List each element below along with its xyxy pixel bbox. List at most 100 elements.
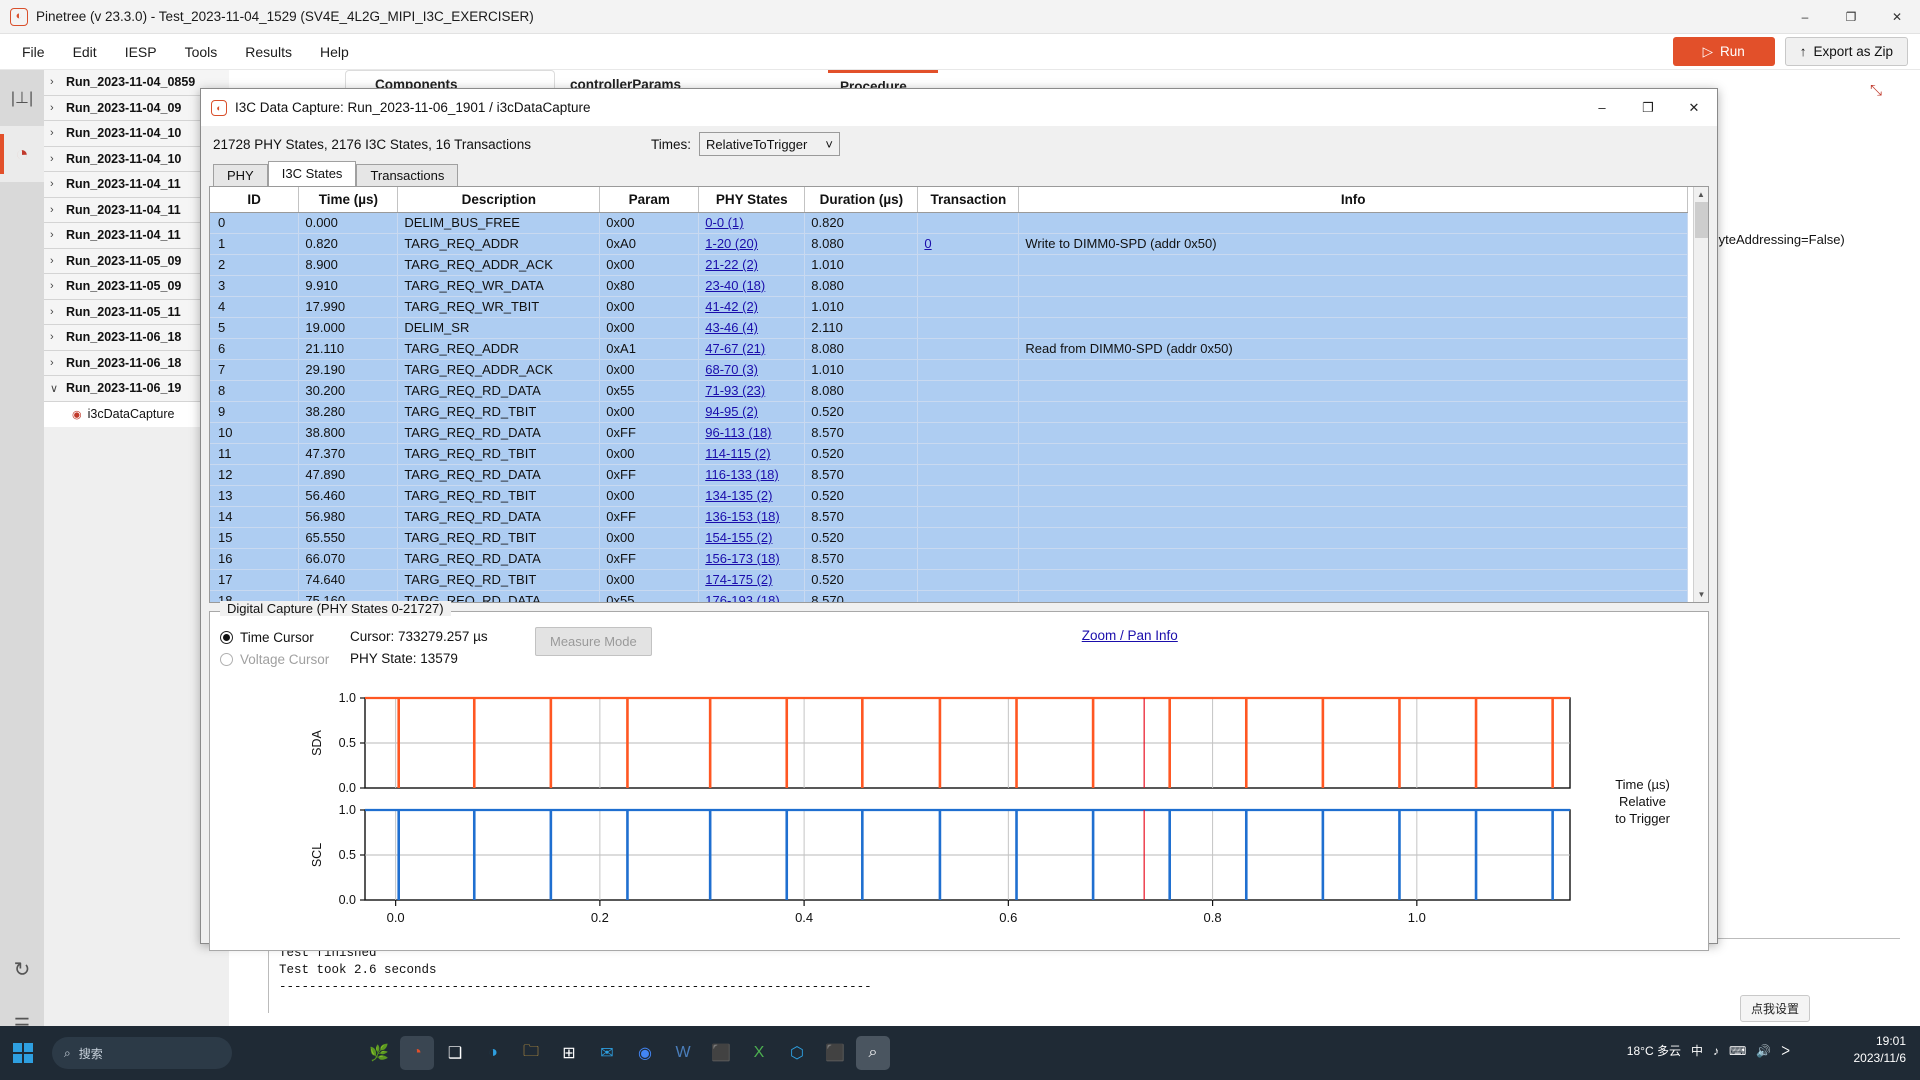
scroll-down-icon[interactable]: ▼ bbox=[1694, 587, 1708, 602]
col-time[interactable]: Time (µs) bbox=[298, 187, 399, 213]
floating-settings-button[interactable]: 点我设置 bbox=[1739, 995, 1810, 1022]
table-row[interactable]: 16 66.070 TARG_REQ_RD_DATA 0xFF 156-173 (18)… bbox=[210, 548, 1688, 570]
ime-icon[interactable]: 中 bbox=[1691, 1042, 1703, 1059]
menu-help[interactable]: Help bbox=[306, 39, 363, 65]
row-phy-states[interactable]: 21-22 (2) bbox=[698, 254, 806, 276]
table-row[interactable]: 8 30.200 TARG_REQ_RD_DATA 0x55 71-93 (23) 8.0… bbox=[210, 380, 1688, 402]
row-phy-states[interactable]: 94-95 (2) bbox=[698, 401, 806, 423]
dialog-maximize-button[interactable]: ❐ bbox=[1625, 89, 1671, 126]
menu-results[interactable]: Results bbox=[231, 39, 306, 65]
volume-icon[interactable]: 🔊 bbox=[1756, 1044, 1771, 1058]
row-phy-states-link[interactable]: 134-135 (2) bbox=[705, 488, 772, 503]
row-phy-states[interactable]: 176-193 (18) bbox=[698, 590, 806, 602]
start-button[interactable] bbox=[0, 1026, 46, 1080]
close-button[interactable]: ✕ bbox=[1874, 0, 1920, 34]
app-vscode-icon[interactable]: ⬡ bbox=[780, 1036, 814, 1070]
rail-results-button[interactable]: ◔ bbox=[0, 126, 44, 182]
row-phy-states-link[interactable]: 154-155 (2) bbox=[705, 530, 772, 545]
row-phy-states[interactable]: 68-70 (3) bbox=[698, 359, 806, 381]
tab-phy[interactable]: PHY bbox=[213, 164, 268, 187]
tab-transactions[interactable]: Transactions bbox=[356, 164, 459, 187]
times-select[interactable]: RelativeToTrigger ˅ bbox=[698, 132, 840, 156]
row-phy-states-link[interactable]: 71-93 (23) bbox=[705, 383, 765, 398]
table-row[interactable]: 11 47.370 TARG_REQ_RD_TBIT 0x00 114-115 (2) 0… bbox=[210, 443, 1688, 465]
menu-tools[interactable]: Tools bbox=[171, 39, 232, 65]
dialog-minimize-button[interactable]: – bbox=[1579, 89, 1625, 126]
row-phy-states[interactable]: 116-133 (18) bbox=[698, 464, 806, 486]
row-phy-states[interactable]: 0-0 (1) bbox=[698, 212, 806, 234]
keyboard-icon[interactable]: ⌨ bbox=[1729, 1044, 1746, 1058]
row-phy-states-link[interactable]: 41-42 (2) bbox=[705, 299, 758, 314]
menu-file[interactable]: File bbox=[8, 39, 59, 65]
app-terminal-icon[interactable]: ⬛ bbox=[818, 1036, 852, 1070]
table-row[interactable]: 1 0.820 TARG_REQ_ADDR 0xA0 1-20 (20) 8.080 0 Wr… bbox=[210, 233, 1688, 255]
row-phy-states[interactable]: 96-113 (18) bbox=[698, 422, 806, 444]
app-pinetree-icon[interactable]: ◔ bbox=[400, 1036, 434, 1070]
zoom-pan-info-link[interactable]: Zoom / Pan Info bbox=[1082, 628, 1178, 643]
menu-edit[interactable]: Edit bbox=[59, 39, 111, 65]
i3c-states-table-container[interactable]: ID Time (µs) Description Param PHY State… bbox=[209, 186, 1709, 603]
scrollbar-thumb[interactable] bbox=[1695, 202, 1708, 238]
row-phy-states-link[interactable]: 68-70 (3) bbox=[705, 362, 758, 377]
row-phy-states-link[interactable]: 23-40 (18) bbox=[705, 278, 765, 293]
taskbar-clock[interactable]: 19:01 2023/11/6 bbox=[1854, 1033, 1907, 1067]
row-phy-states[interactable]: 47-67 (21) bbox=[698, 338, 806, 360]
table-vertical-scrollbar[interactable]: ▲ ▼ bbox=[1693, 187, 1708, 602]
row-phy-states[interactable]: 156-173 (18) bbox=[698, 548, 806, 570]
table-row[interactable]: 3 9.910 TARG_REQ_WR_DATA 0x80 23-40 (18) 8.08… bbox=[210, 275, 1688, 297]
row-phy-states-link[interactable]: 21-22 (2) bbox=[705, 257, 758, 272]
rail-refresh-button[interactable]: ↻ bbox=[0, 941, 44, 997]
run-button[interactable]: ▷ Run bbox=[1672, 37, 1775, 66]
table-row[interactable]: 2 8.900 TARG_REQ_ADDR_ACK 0x00 21-22 (2) 1.01… bbox=[210, 254, 1688, 276]
col-id[interactable]: ID bbox=[210, 187, 300, 213]
app-explorer-icon[interactable]: 🗀 bbox=[514, 1036, 548, 1070]
row-phy-states[interactable]: 1-20 (20) bbox=[698, 233, 806, 255]
voltage-cursor-radio-row[interactable]: Voltage Cursor bbox=[220, 648, 350, 670]
table-row[interactable]: 15 65.550 TARG_REQ_RD_TBIT 0x00 154-155 (2) 0… bbox=[210, 527, 1688, 549]
expand-icon[interactable]: ⤡ bbox=[1870, 82, 1882, 99]
app-word-icon[interactable]: W bbox=[666, 1036, 700, 1070]
time-cursor-radio-row[interactable]: Time Cursor bbox=[220, 626, 350, 648]
row-transaction-link[interactable]: 0 bbox=[924, 236, 931, 251]
row-phy-states-link[interactable]: 1-20 (20) bbox=[705, 236, 758, 251]
row-phy-states[interactable]: 43-46 (4) bbox=[698, 317, 806, 339]
row-phy-states-link[interactable]: 43-46 (4) bbox=[705, 320, 758, 335]
table-row[interactable]: 0 0.000 DELIM_BUS_FREE 0x00 0-0 (1) 0.820 bbox=[210, 212, 1688, 234]
row-phy-states-link[interactable]: 156-173 (18) bbox=[705, 551, 779, 566]
scroll-up-icon[interactable]: ▲ bbox=[1694, 187, 1708, 202]
app-search-icon[interactable]: ⌕ bbox=[856, 1036, 890, 1070]
app-plant-icon[interactable]: 🌿 bbox=[362, 1036, 396, 1070]
table-row[interactable]: 9 38.280 TARG_REQ_RD_TBIT 0x00 94-95 (2) 0.52… bbox=[210, 401, 1688, 423]
app-store-icon[interactable]: ⊞ bbox=[552, 1036, 586, 1070]
waveform-svg[interactable]: 0.0 0.5 1.0 SDA 0.0 0.5 1.0 SCL 0.0 0.2 0.4 0.6 0.8 1… bbox=[210, 686, 1700, 936]
table-row[interactable]: 14 56.980 TARG_REQ_RD_DATA 0xFF 136-153 (18)… bbox=[210, 506, 1688, 528]
minimize-button[interactable]: – bbox=[1782, 0, 1828, 34]
table-row[interactable]: 6 21.110 TARG_REQ_ADDR 0xA1 47-67 (21) 8.080 R… bbox=[210, 338, 1688, 360]
app-edge-icon[interactable]: ◑ bbox=[476, 1036, 510, 1070]
row-phy-states[interactable]: 174-175 (2) bbox=[698, 569, 806, 591]
row-phy-states-link[interactable]: 176-193 (18) bbox=[705, 593, 779, 602]
table-row[interactable]: 12 47.890 TARG_REQ_RD_DATA 0xFF 116-133 (18)… bbox=[210, 464, 1688, 486]
table-row[interactable]: 17 74.640 TARG_REQ_RD_TBIT 0x00 174-175 (2) 0… bbox=[210, 569, 1688, 591]
table-row[interactable]: 5 19.000 DELIM_SR 0x00 43-46 (4) 2.110 bbox=[210, 317, 1688, 339]
row-phy-states[interactable]: 71-93 (23) bbox=[698, 380, 806, 402]
measure-mode-button[interactable]: Measure Mode bbox=[535, 627, 652, 656]
export-zip-button[interactable]: ↑ Export as Zip bbox=[1784, 37, 1908, 66]
sound-icon[interactable]: ♪ bbox=[1713, 1044, 1719, 1058]
col-description[interactable]: Description bbox=[397, 187, 601, 213]
app-chrome-icon[interactable]: ◉ bbox=[628, 1036, 662, 1070]
app-mail-icon[interactable]: ✉ bbox=[590, 1036, 624, 1070]
row-phy-states-link[interactable]: 116-133 (18) bbox=[705, 467, 778, 482]
tab-i3c-states[interactable]: I3C States bbox=[267, 161, 357, 186]
table-row[interactable]: 13 56.460 TARG_REQ_RD_TBIT 0x00 134-135 (2) 0… bbox=[210, 485, 1688, 507]
row-phy-states[interactable]: 41-42 (2) bbox=[698, 296, 806, 318]
row-phy-states-link[interactable]: 114-115 (2) bbox=[705, 446, 770, 461]
row-phy-states[interactable]: 114-115 (2) bbox=[698, 443, 806, 465]
app-excel-icon[interactable]: X bbox=[742, 1036, 776, 1070]
app-cube-icon[interactable]: ⬛ bbox=[704, 1036, 738, 1070]
col-transaction[interactable]: Transaction bbox=[917, 187, 1020, 213]
rail-measure-button[interactable]: |⊥| bbox=[0, 70, 44, 126]
col-param[interactable]: Param bbox=[599, 187, 700, 213]
row-phy-states-link[interactable]: 136-153 (18) bbox=[705, 509, 779, 524]
network-icon[interactable]: ᐳ bbox=[1781, 1044, 1790, 1058]
